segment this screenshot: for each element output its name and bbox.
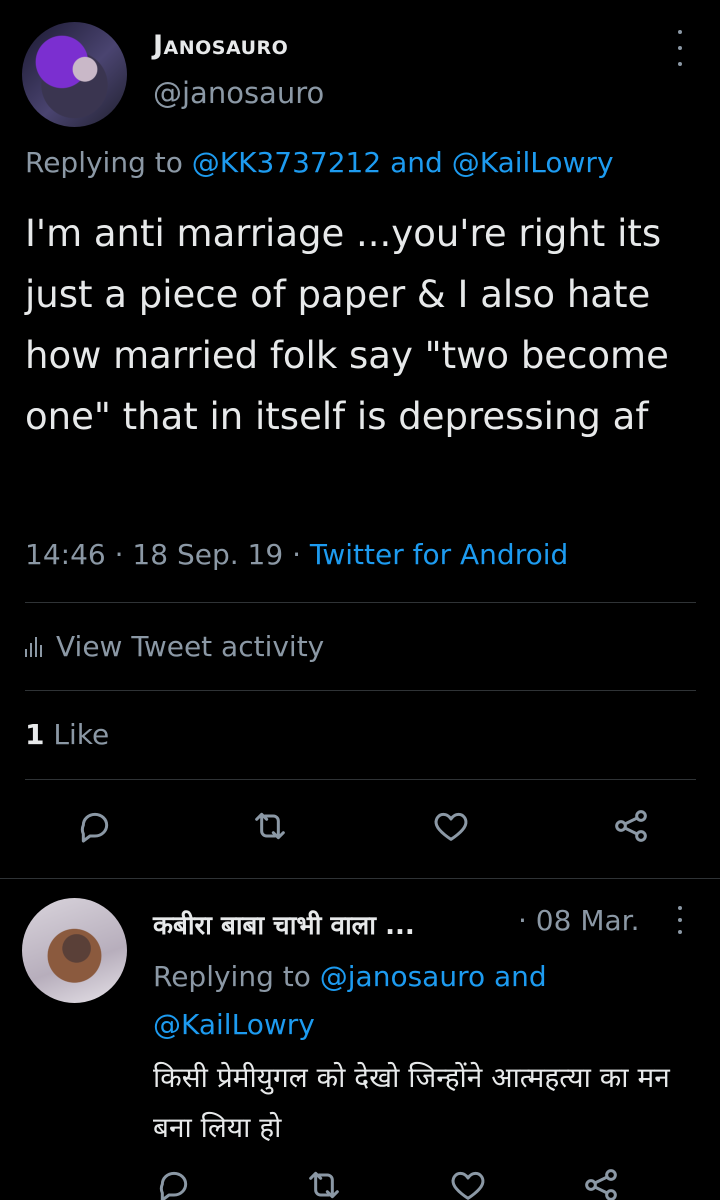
reply-date: · 08 Mar. xyxy=(518,904,640,937)
tweet-date: 18 Sep. 19 xyxy=(132,538,284,571)
meta-separator: · xyxy=(114,538,124,571)
reply-display-name[interactable]: कबीरा बाबा चाभी वाला ... xyxy=(153,906,415,942)
bar-chart-icon xyxy=(25,636,42,657)
reply-replying-to: Replying to @janosauro and @KailLowry xyxy=(153,953,673,1049)
replying-to: Replying to @KK3737212 and @KailLowry xyxy=(25,146,614,179)
mention-and[interactable]: and xyxy=(494,960,547,993)
user-handle[interactable]: @janosauro xyxy=(153,76,324,110)
more-icon[interactable] xyxy=(672,30,688,66)
reply-button[interactable] xyxy=(73,804,117,848)
replying-prefix: Replying to xyxy=(153,960,311,993)
avatar[interactable] xyxy=(22,898,127,1003)
activity-label: View Tweet activity xyxy=(56,630,325,663)
retweet-button[interactable] xyxy=(248,804,292,848)
tweet-meta: 14:46 · 18 Sep. 19 · Twitter for Android xyxy=(25,538,568,571)
retweet-icon xyxy=(309,1171,339,1199)
mention-link[interactable]: @janosauro xyxy=(320,960,485,993)
divider xyxy=(25,690,696,691)
reply-icon xyxy=(80,812,109,843)
retweet-button[interactable] xyxy=(302,1163,346,1200)
divider xyxy=(0,878,720,879)
divider xyxy=(25,779,696,780)
more-icon[interactable] xyxy=(674,906,686,934)
meta-separator: · xyxy=(292,538,301,571)
divider xyxy=(25,602,696,603)
tweet-source-link[interactable]: Twitter for Android xyxy=(310,538,568,571)
display-name[interactable]: Janosauro xyxy=(153,30,288,61)
mention-link[interactable]: @KailLowry xyxy=(153,1008,315,1041)
mention-link[interactable]: @KK3737212 xyxy=(192,146,381,179)
like-count: 1 xyxy=(25,718,45,751)
reply-text: किसी प्रेमीयुगल को देखो जिन्होंने आत्महत… xyxy=(153,1061,670,1144)
share-button[interactable] xyxy=(579,1163,623,1200)
replying-prefix: Replying to xyxy=(25,146,183,179)
share-icon xyxy=(615,810,647,842)
like-label: Like xyxy=(53,718,110,751)
share-icon xyxy=(585,1169,617,1200)
tweet-text: I'm anti marriage ...you're right its ju… xyxy=(25,212,669,438)
mention-link[interactable]: @KailLowry xyxy=(452,146,614,179)
like-button[interactable] xyxy=(429,804,473,848)
heart-icon xyxy=(434,812,468,841)
tweet-time: 14:46 xyxy=(25,538,106,571)
share-button[interactable] xyxy=(609,804,653,848)
reply-icon xyxy=(159,1171,188,1200)
mention-and[interactable]: and xyxy=(390,146,443,179)
view-tweet-activity-button[interactable]: View Tweet activity xyxy=(25,630,324,663)
avatar[interactable] xyxy=(22,22,127,127)
likes-count-link[interactable]: 1 Like xyxy=(25,718,109,751)
retweet-icon xyxy=(255,812,285,840)
heart-icon xyxy=(451,1171,485,1200)
reply-button[interactable] xyxy=(152,1163,196,1200)
like-button[interactable] xyxy=(446,1163,490,1200)
